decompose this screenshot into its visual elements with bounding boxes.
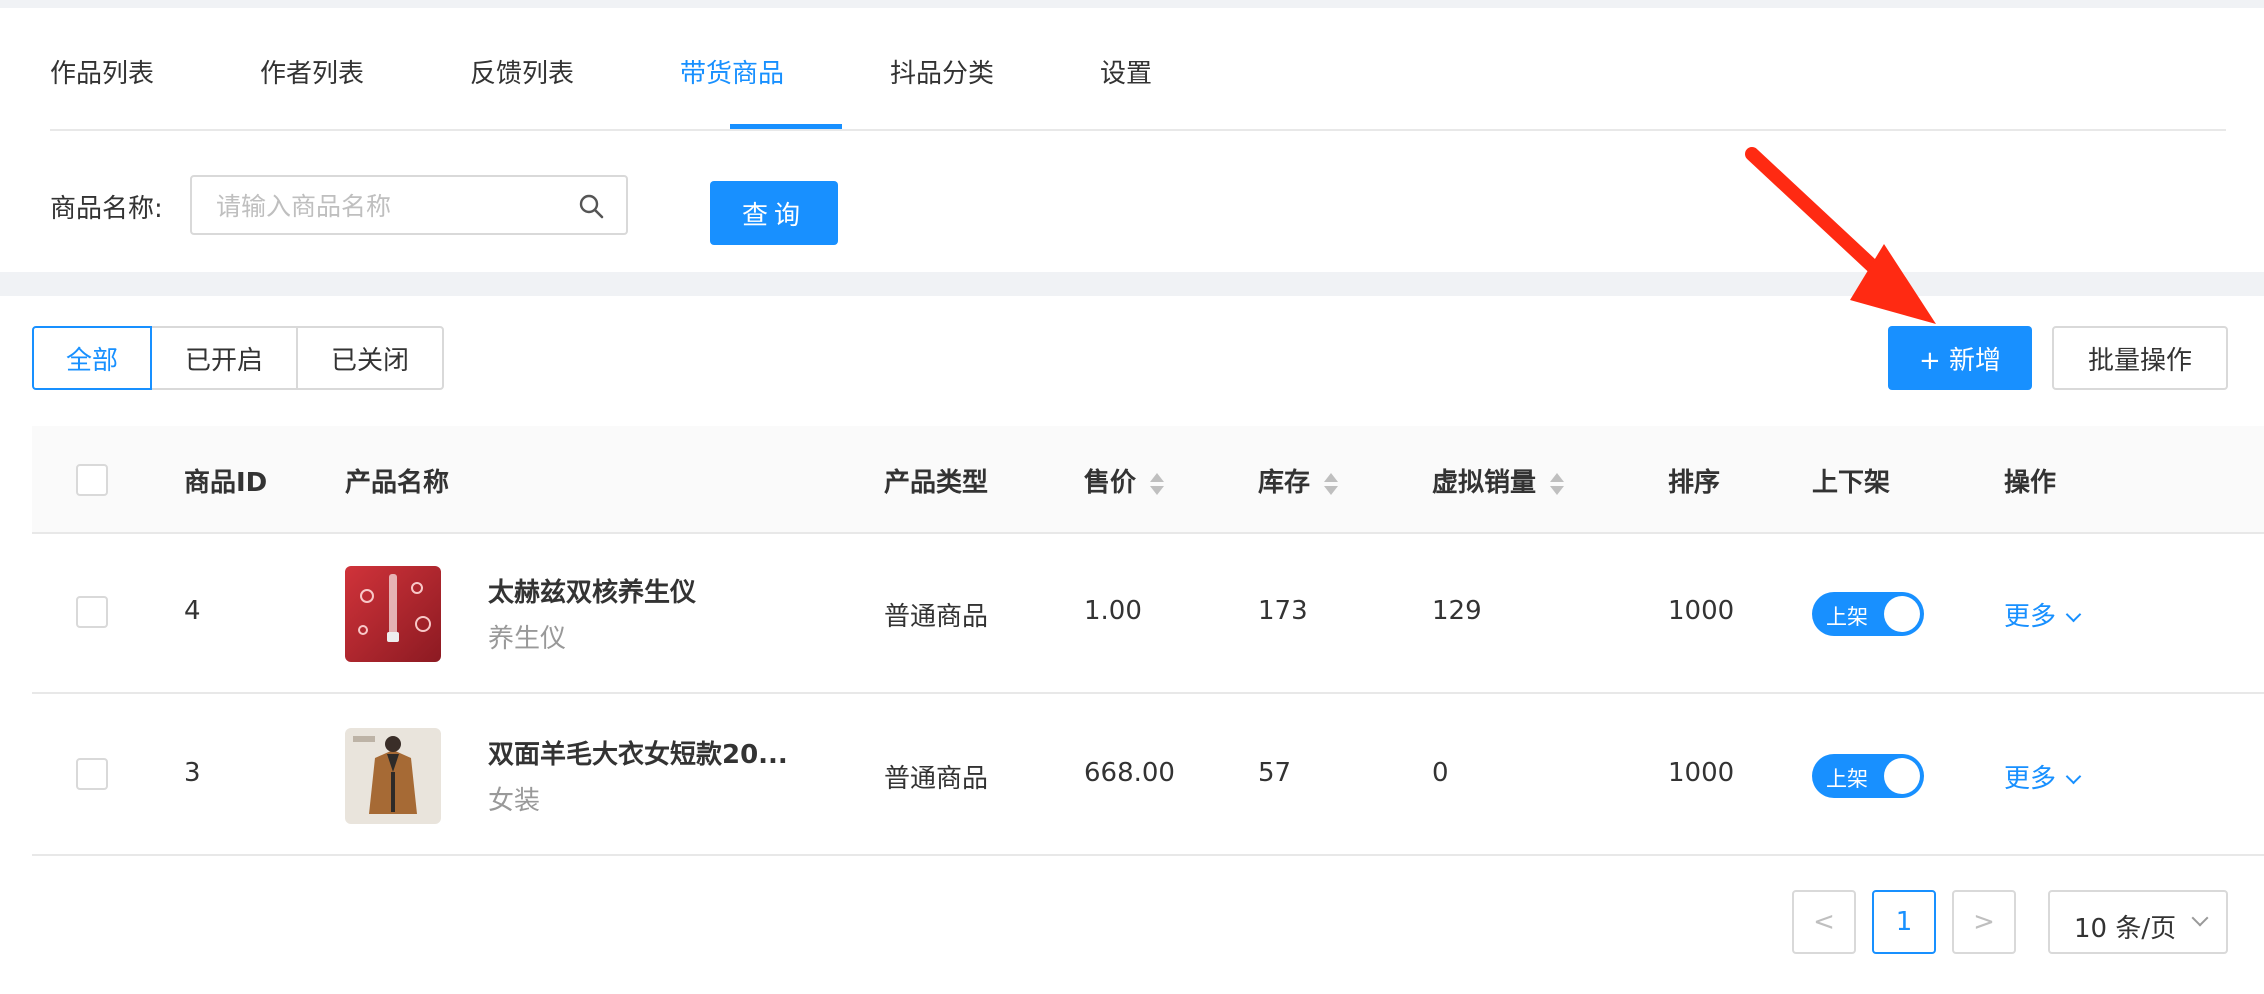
tab-bar: 作品列表 作者列表 反馈列表 带货商品 抖品分类 设置 (50, 8, 2226, 131)
next-page-button[interactable]: > (1952, 890, 2016, 954)
header-stock-label: 库存 (1258, 468, 1311, 498)
toggle-knob (1884, 596, 1920, 632)
product-type: 普通商品 (884, 764, 989, 794)
product-virtual-sales: 0 (1432, 758, 1449, 788)
tab-works[interactable]: 作品列表 (50, 53, 154, 90)
product-price: 668.00 (1084, 758, 1175, 788)
shelf-toggle[interactable]: 上架 (1812, 754, 1924, 798)
page-size-select[interactable]: 10 条/页 (2048, 890, 2228, 954)
header-virtual-sales[interactable]: 虚拟销量 (1432, 462, 1565, 499)
shelf-toggle-label: 上架 (1826, 767, 1868, 791)
product-category: 养生仪 (488, 624, 567, 654)
sort-icon[interactable] (1324, 471, 1339, 497)
more-dropdown[interactable]: 更多 (2004, 596, 2082, 633)
product-type: 普通商品 (884, 602, 989, 632)
shelf-toggle[interactable]: 上架 (1812, 592, 1924, 636)
select-all-checkbox[interactable] (76, 464, 108, 496)
product-stock: 173 (1258, 596, 1308, 626)
tab-feedback[interactable]: 反馈列表 (470, 53, 574, 90)
filter-disabled[interactable]: 已关闭 (296, 326, 444, 390)
product-price: 1.00 (1084, 596, 1142, 626)
header-price[interactable]: 售价 (1084, 462, 1165, 499)
tab-authors[interactable]: 作者列表 (260, 53, 364, 90)
page-1-button[interactable]: 1 (1872, 890, 1936, 954)
header-card: 作品列表 作者列表 反馈列表 带货商品 抖品分类 设置 商品名称: 查询 (0, 8, 2264, 272)
page-size-value: 10 条/页 (2074, 914, 2177, 944)
batch-operation-button[interactable]: 批量操作 (2052, 326, 2228, 390)
product-id: 4 (184, 596, 201, 626)
header-stock[interactable]: 库存 (1258, 462, 1339, 499)
product-sort: 1000 (1668, 596, 1735, 626)
header-name: 产品名称 (345, 468, 450, 498)
add-button[interactable]: + 新增 (1888, 326, 2032, 390)
more-dropdown[interactable]: 更多 (2004, 758, 2082, 795)
header-operation: 操作 (2004, 468, 2057, 498)
header-id: 商品ID (184, 468, 268, 498)
sort-icon[interactable] (1150, 471, 1165, 497)
table-row: 4 太赫兹双核养生仪 养生仪 普通商品 1.00 173 129 1000 上架… (32, 532, 2264, 694)
chevron-down-icon (2191, 909, 2209, 927)
tab-settings[interactable]: 设置 (1100, 53, 1152, 90)
header-price-label: 售价 (1084, 468, 1137, 498)
chevron-down-icon (2065, 606, 2082, 623)
row-checkbox[interactable] (76, 596, 108, 628)
more-label: 更多 (2004, 602, 2057, 632)
toggle-knob (1884, 758, 1920, 794)
table-header: 商品ID 产品名称 产品类型 售价 库存 虚拟销量 排序 上下架 操作 (32, 426, 2264, 534)
search-input[interactable] (214, 187, 558, 225)
product-stock: 57 (1258, 758, 1292, 788)
table-row: 3 双面羊毛大衣女短款20... 女装 普通商品 668.00 57 0 100… (32, 694, 2264, 856)
product-virtual-sales: 129 (1432, 596, 1482, 626)
product-id: 3 (184, 758, 201, 788)
prev-page-button[interactable]: < (1792, 890, 1856, 954)
product-thumbnail (345, 566, 441, 662)
chevron-down-icon (2065, 768, 2082, 785)
product-category: 女装 (488, 786, 541, 816)
search-box (190, 175, 628, 235)
tab-categories[interactable]: 抖品分类 (890, 53, 994, 90)
header-type: 产品类型 (884, 468, 989, 498)
sort-icon[interactable] (1550, 471, 1565, 497)
search-label: 商品名称: (50, 194, 163, 224)
product-sort: 1000 (1668, 758, 1735, 788)
header-sort: 排序 (1668, 468, 1721, 498)
search-icon[interactable] (578, 193, 604, 219)
more-label: 更多 (2004, 764, 2057, 794)
filter-enabled[interactable]: 已开启 (150, 326, 298, 390)
page: 作品列表 作者列表 反馈列表 带货商品 抖品分类 设置 商品名称: 查询 全部 … (0, 0, 2264, 994)
row-checkbox[interactable] (76, 758, 108, 790)
tab-products[interactable]: 带货商品 (680, 53, 784, 90)
product-list-card: 全部 已开启 已关闭 + 新增 批量操作 商品ID 产品名称 产品类型 售价 库… (0, 296, 2264, 994)
header-virtual-sales-label: 虚拟销量 (1432, 468, 1537, 498)
product-name: 双面羊毛大衣女短款20... (488, 740, 788, 770)
header-shelf: 上下架 (1812, 468, 1891, 498)
active-tab-indicator (730, 124, 842, 129)
product-thumbnail (345, 728, 441, 824)
shelf-toggle-label: 上架 (1826, 605, 1868, 629)
query-button[interactable]: 查询 (710, 181, 838, 245)
filter-all[interactable]: 全部 (32, 326, 152, 390)
product-name: 太赫兹双核养生仪 (488, 578, 697, 608)
